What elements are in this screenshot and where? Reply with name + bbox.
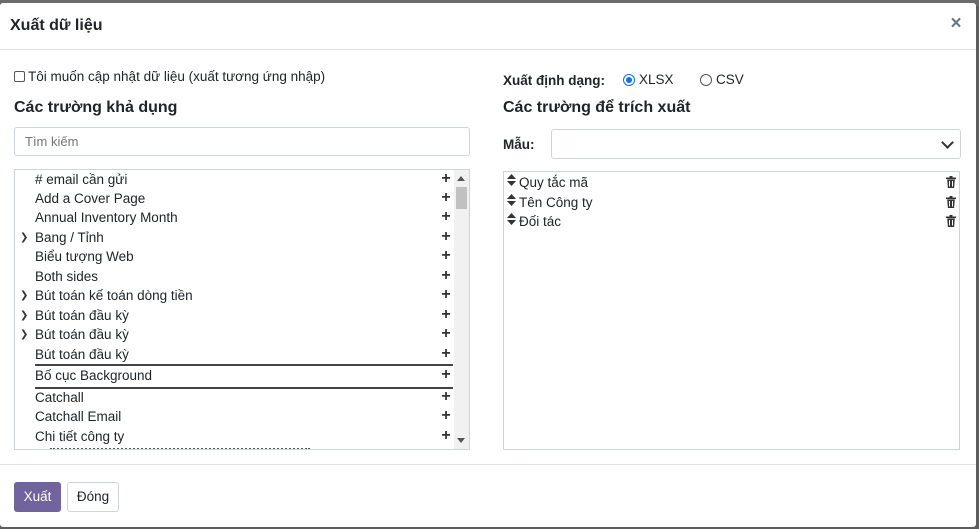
- field-row[interactable]: Catchall Email +: [15, 407, 455, 427]
- field-label: Chi tiết công ty: [35, 429, 125, 444]
- export-fields-list[interactable]: Quy tắc mã Tên Công ty Đối tác: [503, 171, 960, 450]
- format-radio-xlsx[interactable]: [623, 73, 635, 86]
- trash-icon[interactable]: [946, 215, 956, 227]
- export-field-row[interactable]: Quy tắc mã: [504, 174, 959, 193]
- dialog-footer: Xuất Đóng: [0, 464, 976, 527]
- scroll-down-arrow-icon[interactable]: [457, 438, 465, 443]
- format-radio-csv[interactable]: [700, 73, 712, 86]
- add-field-plus-icon[interactable]: +: [440, 306, 452, 324]
- field-row[interactable]: ❯ Bút toán kế toán dòng tiền +: [15, 286, 455, 306]
- import-compat-option[interactable]: Tôi muốn cập nhật dữ liệu (xuất tương ứn…: [14, 69, 325, 84]
- export-field-row[interactable]: Đối tác: [504, 213, 959, 232]
- export-field-label: Đối tác: [519, 214, 562, 229]
- field-label: Bút toán đầu kỳ: [35, 347, 129, 362]
- add-field-plus-icon[interactable]: +: [440, 345, 452, 363]
- field-row[interactable]: Bố cục Background +: [15, 364, 455, 389]
- trash-icon[interactable]: [946, 176, 956, 188]
- format-label-csv: CSV: [716, 72, 744, 87]
- add-field-plus-icon[interactable]: +: [440, 388, 452, 406]
- field-label: Bút toán đầu kỳ: [35, 308, 129, 323]
- export-dialog: Xuất dữ liệu × Tôi muốn cập nhật dữ liệu…: [0, 3, 976, 527]
- field-label: Bang / Tỉnh: [35, 230, 104, 245]
- field-label: Bố cục Background: [35, 368, 153, 383]
- field-row[interactable]: Bút toán đầu kỳ +: [15, 345, 455, 365]
- scroll-up-arrow-icon[interactable]: [457, 176, 465, 181]
- export-field-label: Quy tắc mã: [519, 175, 589, 190]
- add-field-plus-icon[interactable]: +: [440, 189, 452, 207]
- search-input[interactable]: [14, 127, 470, 156]
- add-field-plus-icon[interactable]: +: [440, 267, 452, 285]
- dialog-header: Xuất dữ liệu ×: [0, 3, 976, 50]
- template-select[interactable]: [551, 129, 961, 159]
- import-compat-checkbox[interactable]: [14, 71, 25, 82]
- add-field-plus-icon[interactable]: +: [440, 208, 452, 226]
- field-label: Catchall: [35, 390, 84, 405]
- field-row[interactable]: Annual Inventory Month +: [15, 208, 455, 228]
- chevron-down-icon: [941, 136, 954, 149]
- sort-handle-icon[interactable]: [507, 194, 516, 211]
- export-field-label: Tên Công ty: [519, 195, 593, 210]
- chevron-right-icon[interactable]: ❯: [20, 290, 28, 301]
- add-field-plus-icon[interactable]: +: [440, 427, 452, 445]
- format-option-csv[interactable]: CSV: [700, 72, 744, 87]
- export-field-row[interactable]: Tên Công ty: [504, 194, 959, 213]
- export-button[interactable]: Xuất: [14, 482, 61, 512]
- field-row[interactable]: Add a Cover Page +: [15, 189, 455, 209]
- field-row[interactable]: Both sides +: [15, 267, 455, 287]
- add-field-plus-icon[interactable]: +: [440, 407, 452, 425]
- add-field-plus-icon[interactable]: +: [440, 228, 452, 246]
- field-row[interactable]: ❯ Bút toán đầu kỳ +: [15, 306, 455, 326]
- close-icon[interactable]: ×: [948, 14, 964, 34]
- field-row[interactable]: ❯ Bút toán đầu kỳ +: [15, 325, 455, 345]
- close-button[interactable]: Đóng: [67, 482, 119, 512]
- format-option-xlsx[interactable]: XLSX: [623, 72, 674, 87]
- sort-handle-icon[interactable]: [507, 174, 516, 191]
- add-field-plus-icon[interactable]: +: [440, 366, 452, 384]
- add-field-plus-icon[interactable]: +: [440, 286, 452, 304]
- field-label: # email cần gửi: [35, 172, 128, 187]
- add-field-plus-icon[interactable]: +: [440, 247, 452, 265]
- field-label: Annual Inventory Month: [35, 210, 178, 225]
- add-field-plus-icon[interactable]: +: [440, 325, 452, 343]
- field-label: Biểu tượng Web: [35, 249, 134, 264]
- import-compat-label: Tôi muốn cập nhật dữ liệu (xuất tương ứn…: [28, 69, 326, 84]
- field-list-scrollbar[interactable]: [454, 170, 469, 449]
- field-label: Catchall Email: [35, 409, 122, 424]
- export-fields-title: Các trường để trích xuất: [503, 99, 691, 116]
- chevron-right-icon[interactable]: ❯: [20, 310, 28, 321]
- dialog-title: Xuất dữ liệu: [10, 17, 103, 34]
- field-label: Bút toán kế toán dòng tiền: [35, 288, 193, 303]
- format-label-xlsx: XLSX: [639, 72, 674, 87]
- template-label: Mẫu:: [503, 137, 535, 152]
- field-row[interactable]: # email cần gửi +: [15, 170, 455, 190]
- available-fields-title: Các trường khả dụng: [14, 99, 178, 116]
- field-label: Add a Cover Page: [35, 191, 146, 206]
- field-row[interactable]: Chi tiết công ty +: [15, 427, 455, 447]
- sort-handle-icon[interactable]: [507, 213, 516, 230]
- chevron-right-icon[interactable]: ❯: [20, 329, 28, 340]
- field-label: Bút toán đầu kỳ: [35, 327, 129, 342]
- trash-icon[interactable]: [946, 196, 956, 208]
- field-row[interactable]: Catchall +: [15, 388, 455, 408]
- chevron-right-icon[interactable]: ❯: [20, 232, 28, 243]
- field-label: Both sides: [35, 269, 99, 284]
- export-format-label: Xuất định dạng:: [503, 73, 605, 88]
- available-fields-list[interactable]: # email cần gửi + Add a Cover Page + Annual …: [14, 169, 470, 450]
- add-field-plus-icon[interactable]: +: [440, 170, 452, 188]
- field-row[interactable]: Biểu tượng Web +: [15, 247, 455, 267]
- scroll-thumb[interactable]: [456, 187, 467, 209]
- field-row[interactable]: ❯ Bang / Tỉnh +: [15, 228, 455, 248]
